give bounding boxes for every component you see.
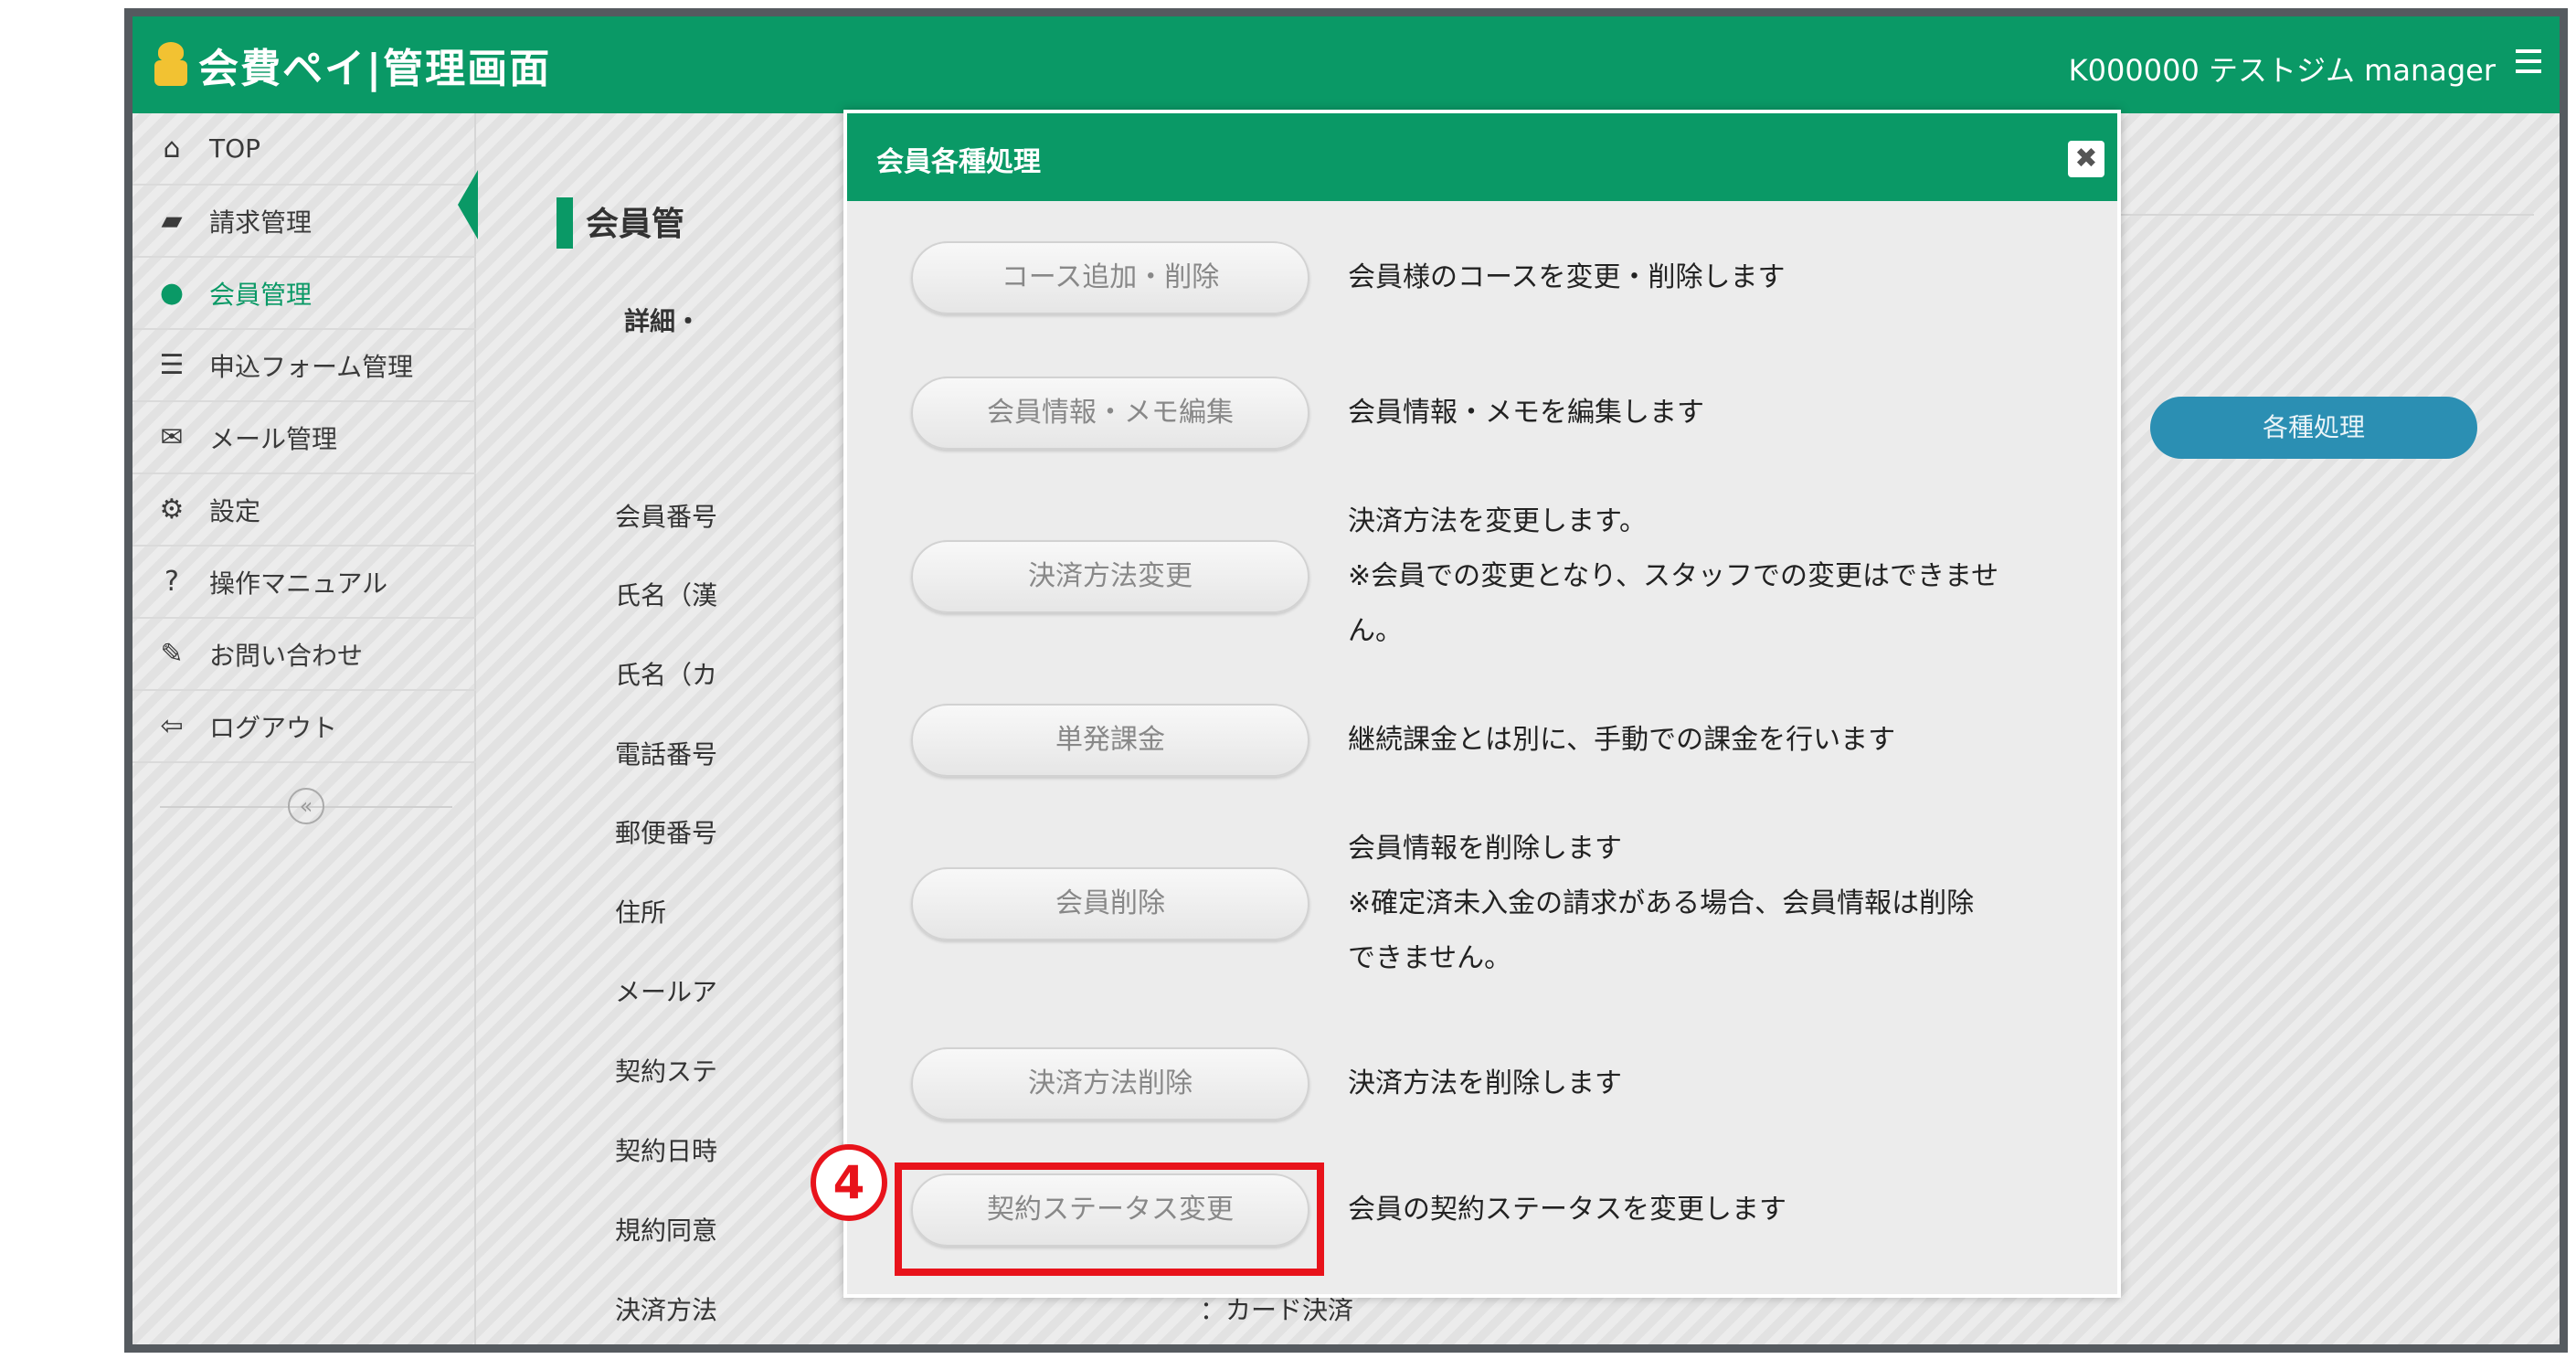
sidebar-item-top[interactable]: ⌂ TOP [133,113,476,186]
sidebar-item-label: 申込フォーム管理 [209,351,414,382]
account-name[interactable]: K000000 テストジム manager [2069,48,2496,90]
sidebar-item-label: 操作マニュアル [209,568,388,599]
one-time-charge-button[interactable]: 単発課金 [911,704,1309,777]
highlight-box [895,1163,1324,1276]
field-label-phone: 電話番号 [615,739,718,770]
list-icon: ☰ [159,349,185,381]
field-label-payment-method: 決済方法 [615,1295,718,1325]
logout-icon: ⇦ [160,710,184,742]
delete-payment-method-description: 決済方法を削除します [1348,1067,1622,1099]
actions-button[interactable]: 各種処理 [2150,397,2477,459]
app-logo[interactable]: 会費ペイ|管理画面 [153,38,552,92]
sidebar-item-label: 設定 [209,495,261,526]
title-accent-bar [557,197,573,249]
modal-title: 会員各種処理 [876,146,1041,178]
sidebar-item-forms[interactable]: ☰ 申込フォーム管理 [133,330,476,402]
top-header: 会費ペイ|管理画面 K000000 テストジム manager [133,16,2560,113]
sidebar-item-members[interactable]: ● 会員管理 [133,258,476,330]
sidebar-item-mail[interactable]: ✉ メール管理 [133,402,476,474]
collapse-sidebar-icon[interactable]: « [288,788,324,824]
sidebar-item-label: メール管理 [209,423,338,454]
course-edit-description: 会員様のコースを変更・削除します [1348,261,1786,293]
sidebar-item-label: ログアウト [209,712,338,743]
delete-member-description: 会員情報を削除します ※確定済未入金の請求がある場合、会員情報は削除 できません… [1348,833,1975,974]
field-label-contract-date: 契約日時 [615,1136,718,1166]
sidebar-item-label: TOP [209,133,261,164]
member-actions-modal: 会員各種処理 ✖ コース追加・削除 会員様のコースを変更・削除します 会員情報・… [843,110,2121,1298]
home-icon: ⌂ [163,133,181,165]
field-label-email: メールア [615,977,718,1007]
field-label-address: 住所 [615,897,667,928]
step-number-badge: 4 [811,1144,887,1221]
section-title: 詳細・ [624,306,702,336]
book-icon: ▰ [161,205,183,237]
sidebar-item-contact[interactable]: ✎ お問い合わせ [133,619,476,691]
screenshot-frame: 会費ペイ|管理画面 K000000 テストジム manager ⌂ TOP ▰ … [124,8,2568,1353]
close-icon[interactable]: ✖ [2068,141,2104,177]
member-info-edit-description: 会員情報・メモを編集します [1348,397,1704,429]
sidebar-item-logout[interactable]: ⇦ ログアウト [133,691,476,763]
sidebar-item-manual[interactable]: ? 操作マニュアル [133,547,476,619]
user-icon: ● [159,277,185,309]
sidebar-item-label: お問い合わせ [209,640,364,671]
field-label-postal: 郵便番号 [615,818,718,848]
delete-payment-method-button[interactable]: 決済方法削除 [911,1047,1309,1120]
field-label-member-number: 会員番号 [615,502,718,532]
field-label-contract-status: 契約ステ [615,1056,718,1087]
modal-header: 会員各種処理 ✖ [847,113,2117,201]
sidebar-item-billing[interactable]: ▰ 請求管理 [133,186,476,258]
contract-status-change-description: 会員の契約ステータスを変更します [1348,1194,1786,1226]
sidebar-item-label: 請求管理 [209,207,313,238]
field-label-name-kanji: 氏名（漢 [615,580,718,610]
page-title: 会員管 [586,206,685,243]
sidebar-item-settings[interactable]: ⚙ 設定 [133,474,476,547]
course-edit-button[interactable]: コース追加・削除 [911,241,1309,314]
payment-method-change-button[interactable]: 決済方法変更 [911,540,1309,613]
field-label-terms-agreement: 規約同意 [615,1216,718,1246]
gears-icon: ⚙ [159,494,185,526]
one-time-charge-description: 継続課金とは別に、手動での課金を行います [1348,724,1896,756]
delete-member-button[interactable]: 会員削除 [911,867,1309,940]
question-icon: ? [164,566,179,598]
chat-icon: ✎ [160,638,184,670]
member-info-edit-button[interactable]: 会員情報・メモ編集 [911,377,1309,450]
logo-text: 会費ペイ|管理画面 [198,46,552,92]
hamburger-menu-icon[interactable] [2516,49,2541,73]
envelope-icon: ✉ [160,421,184,453]
sidebar-item-label: 会員管理 [209,279,313,310]
payment-method-change-description: 決済方法を変更します。 ※会員での変更となり、スタッフでの変更はできませ ん。 [1348,505,1999,647]
field-label-name-kana: 氏名（カ [615,660,718,690]
active-item-indicator [458,170,478,239]
admin-screen: 会費ペイ|管理画面 K000000 テストジム manager ⌂ TOP ▰ … [133,16,2560,1344]
sidebar: ⌂ TOP ▰ 請求管理 ● 会員管理 ☰ 申込フォーム管理 ✉ メール管理 ⚙… [133,113,476,1344]
logo-mascot-icon [153,42,189,88]
